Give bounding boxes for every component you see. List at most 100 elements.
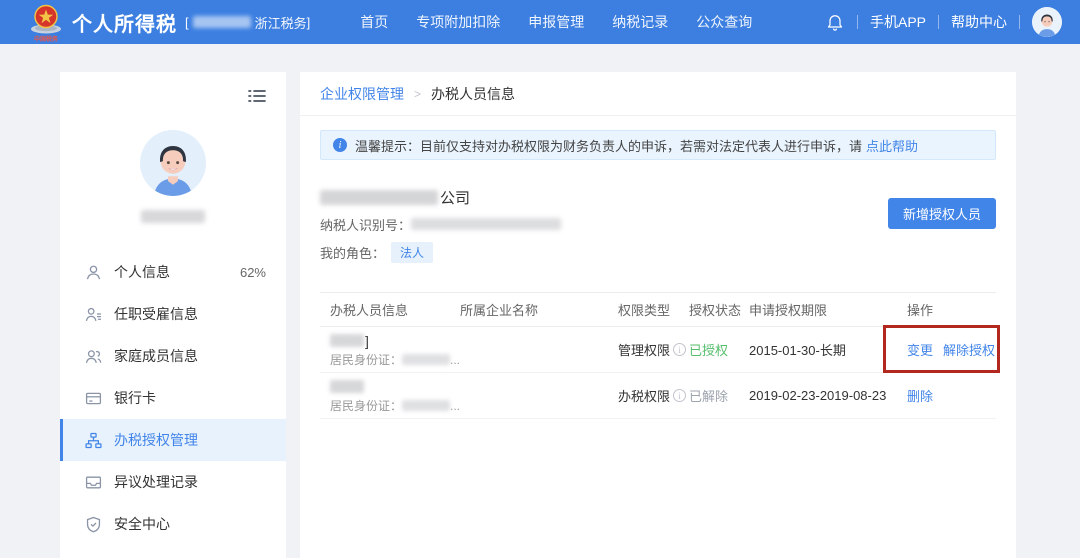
id-ellipsis: ... xyxy=(450,399,460,413)
bank-card-icon xyxy=(85,390,102,407)
help-center-link[interactable]: 帮助中心 xyxy=(951,12,1007,32)
nav-home[interactable]: 首页 xyxy=(360,12,388,32)
role-badge: 法人 xyxy=(391,242,433,263)
authorized-persons-table: 办税人员信息 所属企业名称 权限类型 授权状态 申请授权期限 操作 ] 居民身份… xyxy=(320,292,996,419)
sidebar-menu: 个人信息 62% 任职受雇信息 家庭成员信息 银行卡 办税授权管理 xyxy=(60,251,286,545)
inbox-icon xyxy=(85,474,102,491)
nav-special-deductions[interactable]: 专项附加扣除 xyxy=(416,12,500,32)
info-circle-icon[interactable]: i xyxy=(673,343,686,356)
org-chart-icon xyxy=(85,432,102,449)
breadcrumb-separator: > xyxy=(414,87,421,101)
my-role-line: 我的角色： 法人 xyxy=(320,242,996,262)
auth-period: 2015-01-30-长期 xyxy=(749,343,846,358)
redacted-id-number xyxy=(402,354,450,365)
notice-text: 温馨提示：目前仅支持对办税权限为财务负责人的申诉，若需对法定代表人进行申诉，请 xyxy=(355,136,862,155)
delete-link[interactable]: 删除 xyxy=(907,386,933,405)
nav-declaration-management[interactable]: 申报管理 xyxy=(528,12,584,32)
company-info-section: 公司 纳税人识别号： 我的角色： 法人 新增授权人员 xyxy=(320,186,996,262)
region-name: 浙江税务 xyxy=(255,13,307,32)
notice-banner: i 温馨提示：目前仅支持对办税权限为财务负责人的申诉，若需对法定代表人进行申诉，… xyxy=(320,130,996,160)
table-row: 居民身份证： ... 办税权限 i 已解除 2019-02-23-2019-08… xyxy=(320,373,996,419)
brand: 中国税务 个人所得税 [ 浙江税务 ] xyxy=(28,1,310,43)
permission-type-cell: 办税权限 i xyxy=(618,386,689,405)
change-link[interactable]: 变更 xyxy=(907,340,933,359)
auth-status-cell: 已授权 xyxy=(689,340,749,359)
sidebar-item-label: 家庭成员信息 xyxy=(114,346,198,366)
sidebar-item-label: 银行卡 xyxy=(114,388,156,408)
permission-type: 办税权限 xyxy=(618,386,670,405)
person-id-line: 居民身份证： ... xyxy=(330,353,460,367)
profile-completeness: 62% xyxy=(240,265,266,280)
sidebar-item-security-center[interactable]: 安全中心 xyxy=(60,503,286,545)
tax-emblem-icon: 中国税务 xyxy=(28,3,64,43)
auth-period: 2019-02-23-2019-08-23 xyxy=(749,388,886,403)
top-header: 中国税务 个人所得税 [ 浙江税务 ] 首页 专项附加扣除 申报管理 纳税记录 … xyxy=(0,0,1080,44)
divider xyxy=(938,15,939,29)
breadcrumb-enterprise-permission[interactable]: 企业权限管理 xyxy=(320,84,404,104)
svg-text:中国税务: 中国税务 xyxy=(34,35,59,43)
brand-region: [ 浙江税务 ] xyxy=(185,13,310,32)
person-list-icon xyxy=(85,306,102,323)
id-label: 居民身份证： xyxy=(330,351,402,368)
redacted-company-name xyxy=(320,190,438,205)
info-circle-icon[interactable]: i xyxy=(673,389,686,402)
id-ellipsis: ... xyxy=(450,353,460,367)
person-info-cell: ] 居民身份证： ... xyxy=(320,333,460,367)
collapse-menu-icon[interactable] xyxy=(248,88,266,104)
top-navigation: 首页 专项附加扣除 申报管理 纳税记录 公众查询 xyxy=(360,12,752,32)
col-auth-status: 授权状态 xyxy=(689,300,749,319)
actions-cell: 变更 解除授权 xyxy=(907,340,996,359)
info-icon: i xyxy=(333,138,347,152)
status-revoked: 已解除 xyxy=(689,389,728,404)
profile-sidebar: 个人信息 62% 任职受雇信息 家庭成员信息 银行卡 办税授权管理 xyxy=(60,72,286,558)
user-avatar[interactable] xyxy=(1032,7,1062,37)
auth-status-cell: 已解除 xyxy=(689,386,749,405)
sidebar-item-dispute-records[interactable]: 异议处理记录 xyxy=(60,461,286,503)
mobile-app-link[interactable]: 手机APP xyxy=(870,12,926,32)
table-row: ] 居民身份证： ... 管理权限 i 已授权 2015-01-30-长期 变 xyxy=(320,327,996,373)
sidebar-item-personal-info[interactable]: 个人信息 62% xyxy=(60,251,286,293)
add-authorized-person-button[interactable]: 新增授权人员 xyxy=(888,198,996,229)
nav-public-inquiry[interactable]: 公众查询 xyxy=(696,12,752,32)
my-role-label: 我的角色： xyxy=(320,243,385,262)
col-actions: 操作 xyxy=(907,300,996,319)
notification-bell-icon[interactable] xyxy=(825,12,845,32)
redacted-profile-name xyxy=(141,210,205,223)
divider xyxy=(1019,15,1020,29)
sidebar-item-label: 安全中心 xyxy=(114,514,170,534)
app-title: 个人所得税 xyxy=(72,8,177,37)
col-auth-period: 申请授权期限 xyxy=(749,300,907,319)
divider xyxy=(857,15,858,29)
auth-period-cell: 2015-01-30-长期 xyxy=(749,340,907,359)
sidebar-item-employment-info[interactable]: 任职受雇信息 xyxy=(60,293,286,335)
id-label: 居民身份证： xyxy=(330,397,402,414)
sidebar-item-label: 异议处理记录 xyxy=(114,472,198,492)
region-bracket-close: ] xyxy=(307,15,311,30)
nav-tax-records[interactable]: 纳税记录 xyxy=(612,12,668,32)
breadcrumb: 企业权限管理 > 办税人员信息 xyxy=(300,72,1016,116)
person-icon xyxy=(85,264,102,281)
redacted-person-name xyxy=(330,334,364,347)
table-header-row: 办税人员信息 所属企业名称 权限类型 授权状态 申请授权期限 操作 xyxy=(320,293,996,327)
revoke-authorization-link[interactable]: 解除授权 xyxy=(943,340,995,359)
profile-avatar xyxy=(140,130,206,196)
auth-period-cell: 2019-02-23-2019-08-23 xyxy=(749,388,907,403)
person-name-suffix: ] xyxy=(365,333,369,349)
redacted-region-prefix xyxy=(193,16,251,28)
permission-type: 管理权限 xyxy=(618,340,670,359)
sidebar-item-family-members[interactable]: 家庭成员信息 xyxy=(60,335,286,377)
col-permission-type: 权限类型 xyxy=(618,300,689,319)
sidebar-item-label: 任职受雇信息 xyxy=(114,304,198,324)
sidebar-item-label: 个人信息 xyxy=(114,262,170,282)
help-here-link[interactable]: 点此帮助 xyxy=(866,136,918,155)
sidebar-item-tax-authorization[interactable]: 办税授权管理 xyxy=(60,419,286,461)
permission-type-cell: 管理权限 i xyxy=(618,340,689,359)
main-panel: 企业权限管理 > 办税人员信息 i 温馨提示：目前仅支持对办税权限为财务负责人的… xyxy=(300,72,1016,558)
redacted-id-number xyxy=(402,400,450,411)
person-info-cell: 居民身份证： ... xyxy=(320,379,460,413)
region-bracket-open: [ xyxy=(185,15,189,30)
redacted-person-name xyxy=(330,380,364,393)
sidebar-item-label: 办税授权管理 xyxy=(114,430,198,450)
person-id-line: 居民身份证： ... xyxy=(330,399,460,413)
sidebar-item-bank-card[interactable]: 银行卡 xyxy=(60,377,286,419)
